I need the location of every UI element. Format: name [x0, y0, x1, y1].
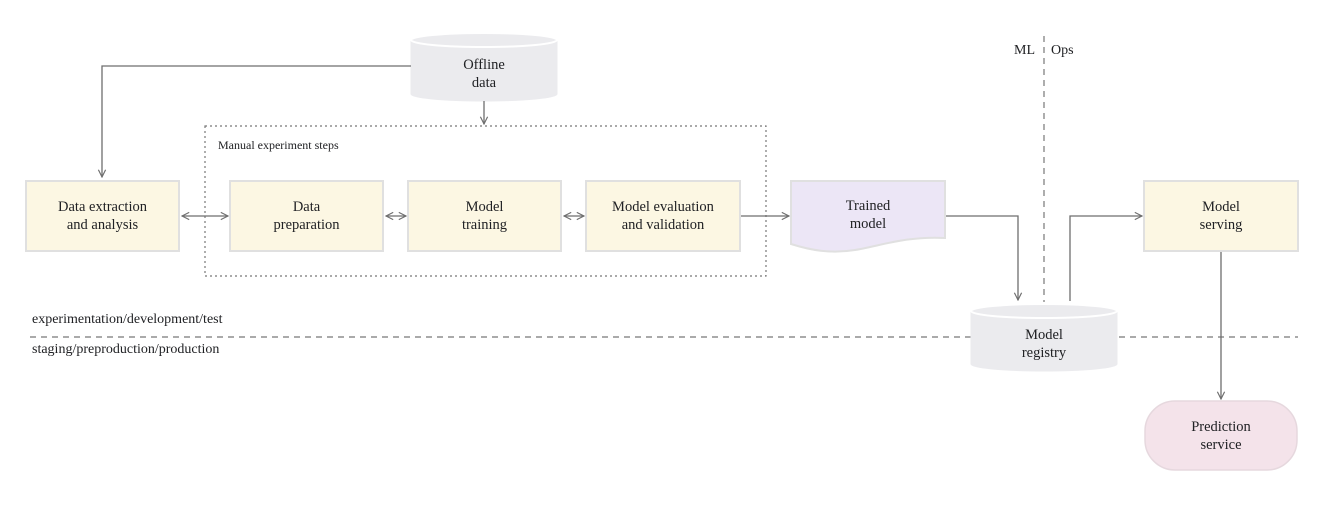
data-extraction-label: Data extraction and analysis	[58, 199, 147, 233]
mlops-diagram	[25, 32, 1299, 471]
offline-data-label: Offline data	[463, 57, 505, 91]
data-preparation-label: Data preparation	[273, 199, 340, 233]
model-registry-label: Model registry	[1021, 327, 1067, 361]
model-serving-label: Model serving	[1199, 199, 1243, 233]
model-training-label: Model training	[461, 199, 508, 233]
trained-model-label: Trained model	[845, 198, 891, 232]
prediction-service-label: Prediction service	[1191, 418, 1251, 453]
trained-model-to-registry-arrow	[946, 215, 1018, 300]
upper-environment-label: experimentation/development/test	[32, 312, 223, 327]
ml-zone-label: ML	[1014, 43, 1035, 58]
model-evaluation-label: Model evaluation and validation	[612, 199, 714, 233]
lower-environment-label: staging/preproduction/production	[32, 342, 220, 357]
manual-experiment-group-label: Manual experiment steps	[218, 138, 339, 152]
ops-zone-label: Ops	[1051, 43, 1074, 58]
registry-to-serving-arrow	[1069, 216, 1142, 301]
offline-to-extraction-arrow	[102, 65, 411, 177]
